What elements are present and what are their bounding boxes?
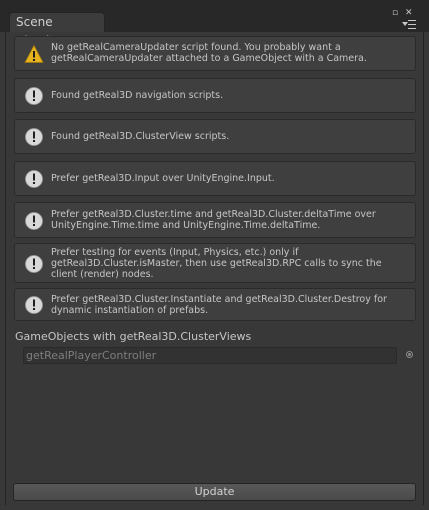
warning-message-box: No getRealCameraUpdater script found. Yo… — [14, 36, 416, 71]
info-message-box: Found getReal3D.ClusterView scripts. — [14, 119, 416, 154]
title-bar: Scene Checker ▫ ✕ — [0, 0, 429, 48]
info-icon — [25, 170, 43, 188]
info-message-box: Prefer getReal3D.Cluster.Instantiate and… — [14, 288, 416, 321]
info-icon — [25, 87, 43, 105]
clusterviews-section-label: GameObjects with getReal3D.ClusterViews — [15, 330, 252, 343]
scene-checker-window: Scene Checker ▫ ✕ No getRealCameraUpdate… — [0, 0, 429, 510]
message-text: Prefer getReal3D.Cluster.Instantiate and… — [51, 294, 387, 316]
info-icon — [25, 296, 43, 314]
message-text: Prefer getReal3D.Input over UnityEngine.… — [51, 173, 275, 184]
object-picker-icon[interactable] — [406, 351, 413, 358]
maximize-icon[interactable]: ▫ — [392, 8, 398, 18]
info-icon — [25, 128, 43, 146]
info-icon — [25, 212, 43, 230]
update-button[interactable]: Update — [13, 483, 416, 501]
gameobject-field[interactable]: getRealPlayerController — [23, 347, 397, 364]
info-message-box: Prefer getReal3D.Cluster.time and getRea… — [14, 202, 416, 238]
context-menu-icon[interactable] — [402, 20, 416, 29]
info-icon — [25, 255, 43, 273]
message-text: Prefer testing for events (Input, Physic… — [51, 247, 382, 280]
info-message-box: Prefer testing for events (Input, Physic… — [14, 243, 416, 283]
warning-icon — [24, 44, 44, 63]
message-text: Prefer getReal3D.Cluster.time and getRea… — [51, 209, 376, 231]
message-text: Found getReal3D.ClusterView scripts. — [51, 131, 230, 142]
tab-scene-checker[interactable]: Scene Checker — [9, 12, 105, 48]
message-text: Found getReal3D navigation scripts. — [51, 90, 224, 101]
message-text: No getRealCameraUpdater script found. Yo… — [51, 42, 367, 64]
info-message-box: Prefer getReal3D.Input over UnityEngine.… — [14, 161, 416, 196]
info-message-box: Found getReal3D navigation scripts. — [14, 78, 416, 113]
close-icon[interactable]: ✕ — [405, 8, 413, 18]
